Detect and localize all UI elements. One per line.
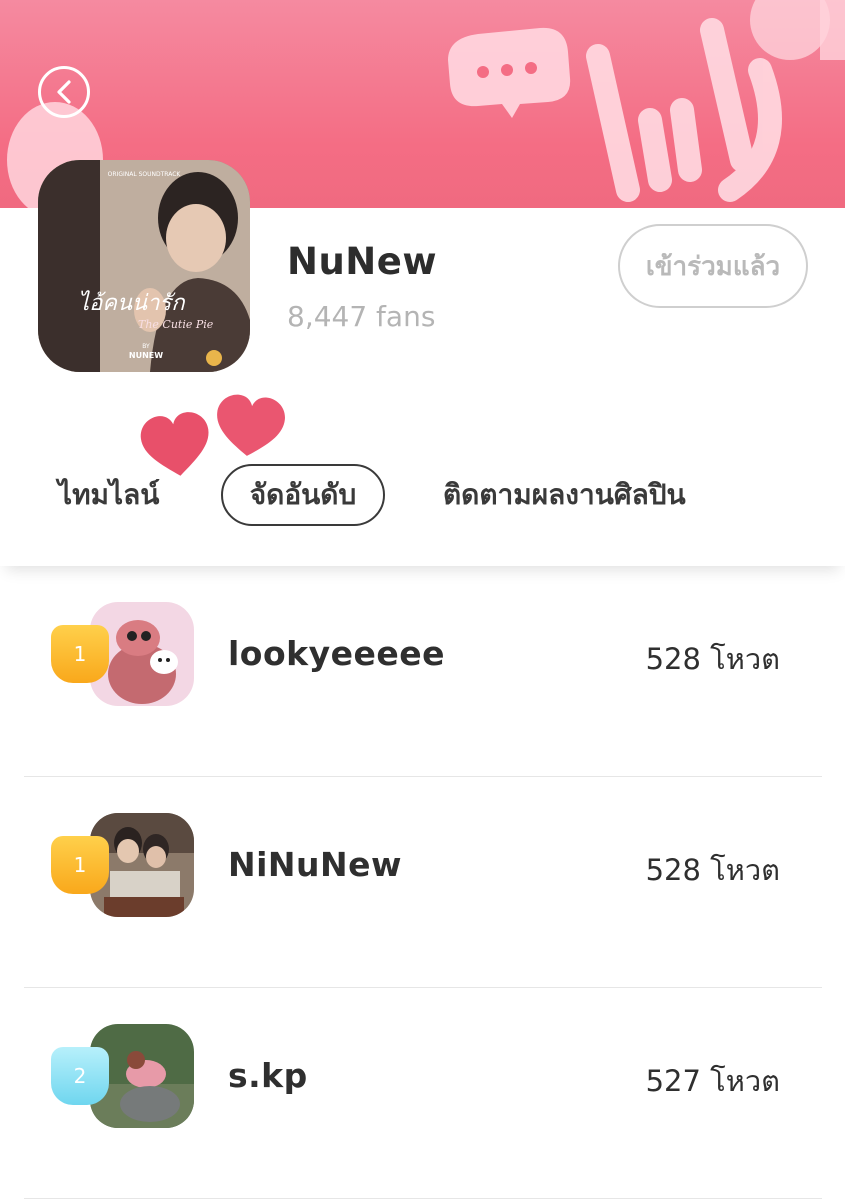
cover-title-text: ไอ้คนน่ารัก (78, 290, 186, 316)
rank-badge: 1 (51, 625, 109, 683)
cover-top-text: ORIGINAL SOUNDTRACK (108, 171, 182, 178)
profile-tabs: ไทมไลน์ จัดอันดับ ติดตามผลงานศิลปิน (0, 464, 845, 534)
tab-follow-artist[interactable]: ติดตามผลงานศิลปิน (443, 464, 686, 526)
artist-name: NuNew (287, 240, 438, 283)
ranking-votes: 528 โหวต (645, 642, 780, 676)
ranking-row[interactable]: 1 NiNuNew 528 โหวต (24, 777, 822, 988)
ranking-username: lookyeeeee (228, 634, 446, 673)
chevron-left-icon (57, 80, 71, 104)
artist-profile-card: ORIGINAL SOUNDTRACK ไอ้คนน่ารัก The Cuti… (0, 160, 845, 566)
ranking-row[interactable]: 1 lookyeeeee 528 โหวต (24, 566, 822, 777)
ranking-username: s.kp (228, 1056, 308, 1095)
tab-timeline[interactable]: ไทมไลน์ (58, 464, 159, 526)
back-button[interactable] (38, 66, 90, 118)
cover-artist-text: NUNEW (129, 351, 163, 360)
album-cover-art: ORIGINAL SOUNDTRACK ไอ้คนน่ารัก The Cuti… (38, 160, 250, 372)
album-cover-image: ORIGINAL SOUNDTRACK ไอ้คนน่ารัก The Cuti… (38, 160, 250, 372)
ranking-votes: 528 โหวต (645, 853, 780, 887)
tab-ranking[interactable]: จัดอันดับ (221, 464, 385, 526)
ranking-username: NiNuNew (228, 845, 403, 884)
ranking-votes: 527 โหวต (645, 1064, 780, 1098)
joined-button[interactable]: เข้าร่วมแล้ว (618, 224, 808, 308)
cover-by-text: BY (142, 343, 150, 350)
cover-subtitle-text: The Cutie Pie (138, 318, 214, 331)
fan-count: 8,447 fans (287, 300, 436, 333)
rank-badge: 2 (51, 1047, 109, 1105)
rank-badge: 1 (51, 836, 109, 894)
ranking-row[interactable]: 2 s.kp 527 โหวต (24, 988, 822, 1199)
